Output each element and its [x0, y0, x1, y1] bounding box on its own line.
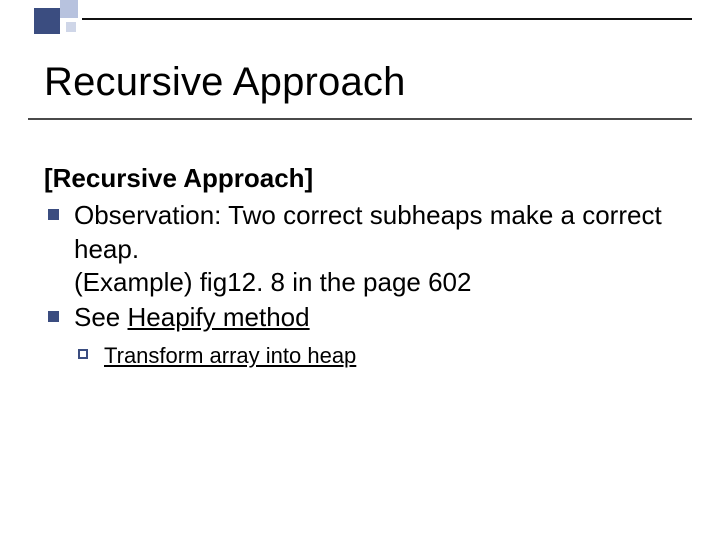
bullet-example-line: (Example) fig12. 8 in the page 602	[74, 266, 680, 299]
bullet-square-icon	[48, 209, 59, 220]
bullet-square-icon	[48, 311, 59, 322]
bullet-link-heapify: Heapify method	[128, 302, 310, 332]
bullet-observation: Observation: Two correct subheaps make a…	[44, 199, 680, 299]
slide-body: [Recursive Approach] Observation: Two co…	[44, 162, 680, 370]
bullet-text: Observation: Two correct subheaps make a…	[74, 200, 662, 263]
title-underline	[28, 118, 692, 120]
accent-square-medium	[60, 0, 78, 18]
accent-square-large	[34, 8, 60, 34]
accent-top-rule	[82, 18, 692, 20]
subbullet-link-transform: Transform array into heap	[104, 343, 356, 368]
section-header: [Recursive Approach]	[44, 162, 680, 195]
bullet-outline-square-icon	[78, 349, 88, 359]
bullet-text-prefix: See	[74, 302, 128, 332]
bullet-see-heapify: See Heapify method	[44, 301, 680, 334]
accent-bar	[0, 0, 720, 34]
accent-square-small	[66, 22, 76, 32]
subbullet-transform: Transform array into heap	[44, 342, 680, 370]
slide-title: Recursive Approach	[44, 60, 406, 105]
slide: Recursive Approach [Recursive Approach] …	[0, 0, 720, 540]
